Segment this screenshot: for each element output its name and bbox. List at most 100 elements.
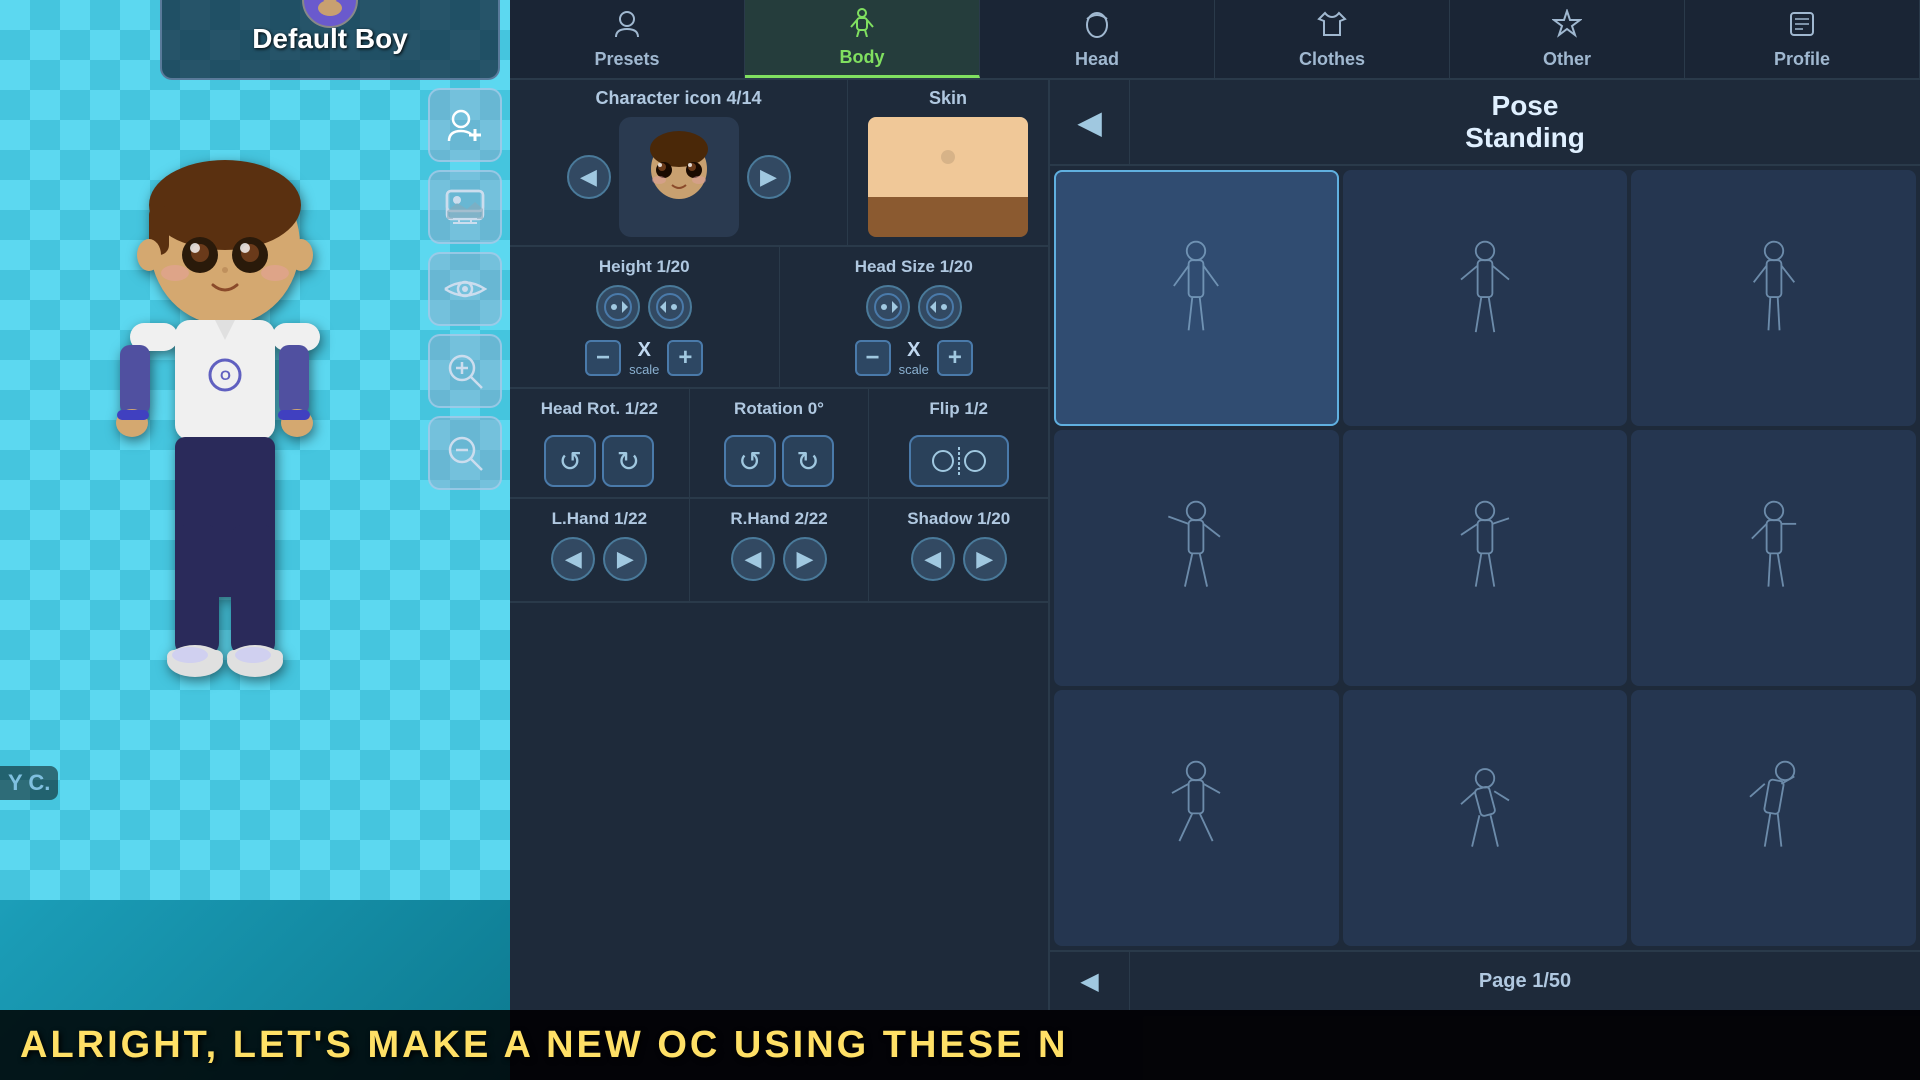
shadow-next-button[interactable]: ▶ (963, 537, 1007, 581)
flip-buttons (909, 435, 1009, 487)
body-icon (847, 7, 877, 43)
height-scale-minus[interactable]: − (585, 340, 621, 376)
pose-item-9[interactable] (1631, 690, 1916, 946)
rhand-next-button[interactable]: ▶ (783, 537, 827, 581)
tab-clothes[interactable]: Clothes (1215, 0, 1450, 78)
other-icon (1552, 9, 1582, 45)
pose-page-info: Page 1/50 (1130, 952, 1920, 1010)
height-scale-plus[interactable]: + (667, 340, 703, 376)
character-icon-label: Character icon 4/14 (595, 88, 761, 109)
pose-item-4[interactable] (1054, 430, 1339, 686)
rotation-buttons: ↺ ↻ (724, 435, 834, 487)
pose-panel: ◀ Pose Standing (1050, 80, 1920, 1010)
pose-item-3[interactable] (1631, 170, 1916, 426)
pose-item-1[interactable] (1054, 170, 1339, 426)
headsize-prev-button[interactable] (866, 285, 910, 329)
tab-other[interactable]: Other (1450, 0, 1685, 78)
rotation-row: Head Rot. 1/22 ↺ ↻ Rotation 0° ↺ ↻ Flip … (510, 389, 1048, 499)
shadow-prev-button[interactable]: ◀ (911, 537, 955, 581)
headrot-cell: Head Rot. 1/22 ↺ ↻ (510, 389, 690, 497)
zoom-out-button[interactable] (428, 416, 502, 490)
shadow-label: Shadow 1/20 (907, 509, 1010, 529)
character-icon-cell: Character icon 4/14 ◀ (510, 80, 848, 245)
lhand-cell: L.Hand 1/22 ◀ ▶ (510, 499, 690, 601)
rhand-prev-button[interactable]: ◀ (731, 537, 775, 581)
flip-button[interactable] (909, 435, 1009, 487)
headsize-arrows (866, 285, 962, 329)
tab-presets[interactable]: Presets (510, 0, 745, 78)
tab-head[interactable]: Head (980, 0, 1215, 78)
pose-header: ◀ Pose Standing (1050, 80, 1920, 166)
pose-page-prev[interactable]: ◀ (1050, 952, 1130, 1010)
pose-item-5[interactable] (1343, 430, 1628, 686)
skin-dot (941, 150, 955, 164)
headrot-label: Head Rot. 1/22 (541, 399, 658, 419)
headsize-label: Head Size 1/20 (855, 257, 973, 277)
gallery-button[interactable] (428, 170, 502, 244)
pose-item-6[interactable] (1631, 430, 1916, 686)
headsize-next-button[interactable] (918, 285, 962, 329)
height-arrows (596, 285, 692, 329)
headsize-scale-plus[interactable]: + (937, 340, 973, 376)
rotation-label: Rotation 0° (734, 399, 824, 419)
lhand-prev-button[interactable]: ◀ (551, 537, 595, 581)
rotation-cell: Rotation 0° ↺ ↻ (690, 389, 870, 497)
head-icon (1082, 9, 1112, 45)
pose-item-7[interactable] (1054, 690, 1339, 946)
tab-profile[interactable]: Profile (1685, 0, 1920, 78)
headsize-cell: Head Size 1/20 (780, 247, 1049, 387)
icon-skin-row: Character icon 4/14 ◀ (510, 80, 1048, 247)
presets-icon (612, 9, 642, 45)
shadow-cell: Shadow 1/20 ◀ ▶ (869, 499, 1048, 601)
hand-shadow-row: L.Hand 1/22 ◀ ▶ R.Hand 2/22 ◀ ▶ Shadow 1… (510, 499, 1048, 603)
character-name-box: Default Boy (160, 0, 500, 80)
nav-tabs: Presets Body Hea (510, 0, 1920, 80)
character-icon-display (619, 117, 739, 237)
tab-presets-label: Presets (594, 49, 659, 70)
visibility-button[interactable] (428, 252, 502, 326)
pose-item-2[interactable] (1343, 170, 1628, 426)
headsize-scale-label: X scale (899, 339, 929, 377)
tab-head-label: Head (1075, 49, 1119, 70)
headsize-scale-controls: − X scale + (855, 339, 973, 377)
rhand-arrows: ◀ ▶ (731, 537, 827, 581)
icon-selector: ◀ (518, 117, 839, 237)
tab-body[interactable]: Body (745, 0, 980, 78)
clothes-icon (1317, 9, 1347, 45)
skin-cell: Skin (848, 80, 1048, 245)
bottom-banner: ALRIGHT, LET'S MAKE A NEW OC USING THESE… (0, 1010, 1920, 1080)
height-cell: Height 1/20 (510, 247, 780, 387)
height-headsize-row: Height 1/20 (510, 247, 1048, 389)
lhand-label: L.Hand 1/22 (552, 509, 647, 529)
rotation-ccw-button[interactable]: ↺ (724, 435, 776, 487)
icon-prev-button[interactable]: ◀ (567, 155, 611, 199)
pose-item-8[interactable] (1343, 690, 1628, 946)
headsize-scale-minus[interactable]: − (855, 340, 891, 376)
height-prev-button[interactable] (596, 285, 640, 329)
character-area: Default Boy (0, 0, 510, 900)
tab-other-label: Other (1543, 49, 1591, 70)
zoom-in-button[interactable] (428, 334, 502, 408)
pose-prev-button[interactable]: ◀ (1050, 80, 1130, 164)
icon-next-button[interactable]: ▶ (747, 155, 791, 199)
headrot-ccw-button[interactable]: ↺ (544, 435, 596, 487)
main-content: Presets Body Hea (510, 0, 1920, 1010)
lhand-arrows: ◀ ▶ (551, 537, 647, 581)
rotation-cw-button[interactable]: ↻ (782, 435, 834, 487)
pose-page-section: ◀ Page 1/50 (1050, 950, 1920, 1010)
height-label: Height 1/20 (599, 257, 690, 277)
svg-text:O: O (220, 367, 231, 383)
character-figure: O (50, 120, 400, 820)
headrot-buttons: ↺ ↻ (544, 435, 654, 487)
height-scale-label: X scale (629, 339, 659, 377)
skin-display[interactable] (868, 117, 1028, 237)
side-toolbar (420, 80, 510, 498)
skin-top (868, 117, 1028, 197)
lhand-next-button[interactable]: ▶ (603, 537, 647, 581)
shadow-arrows: ◀ ▶ (911, 537, 1007, 581)
flip-label: Flip 1/2 (929, 399, 988, 419)
skin-bottom (868, 197, 1028, 237)
add-character-button[interactable] (428, 88, 502, 162)
height-next-button[interactable] (648, 285, 692, 329)
headrot-cw-button[interactable]: ↻ (602, 435, 654, 487)
